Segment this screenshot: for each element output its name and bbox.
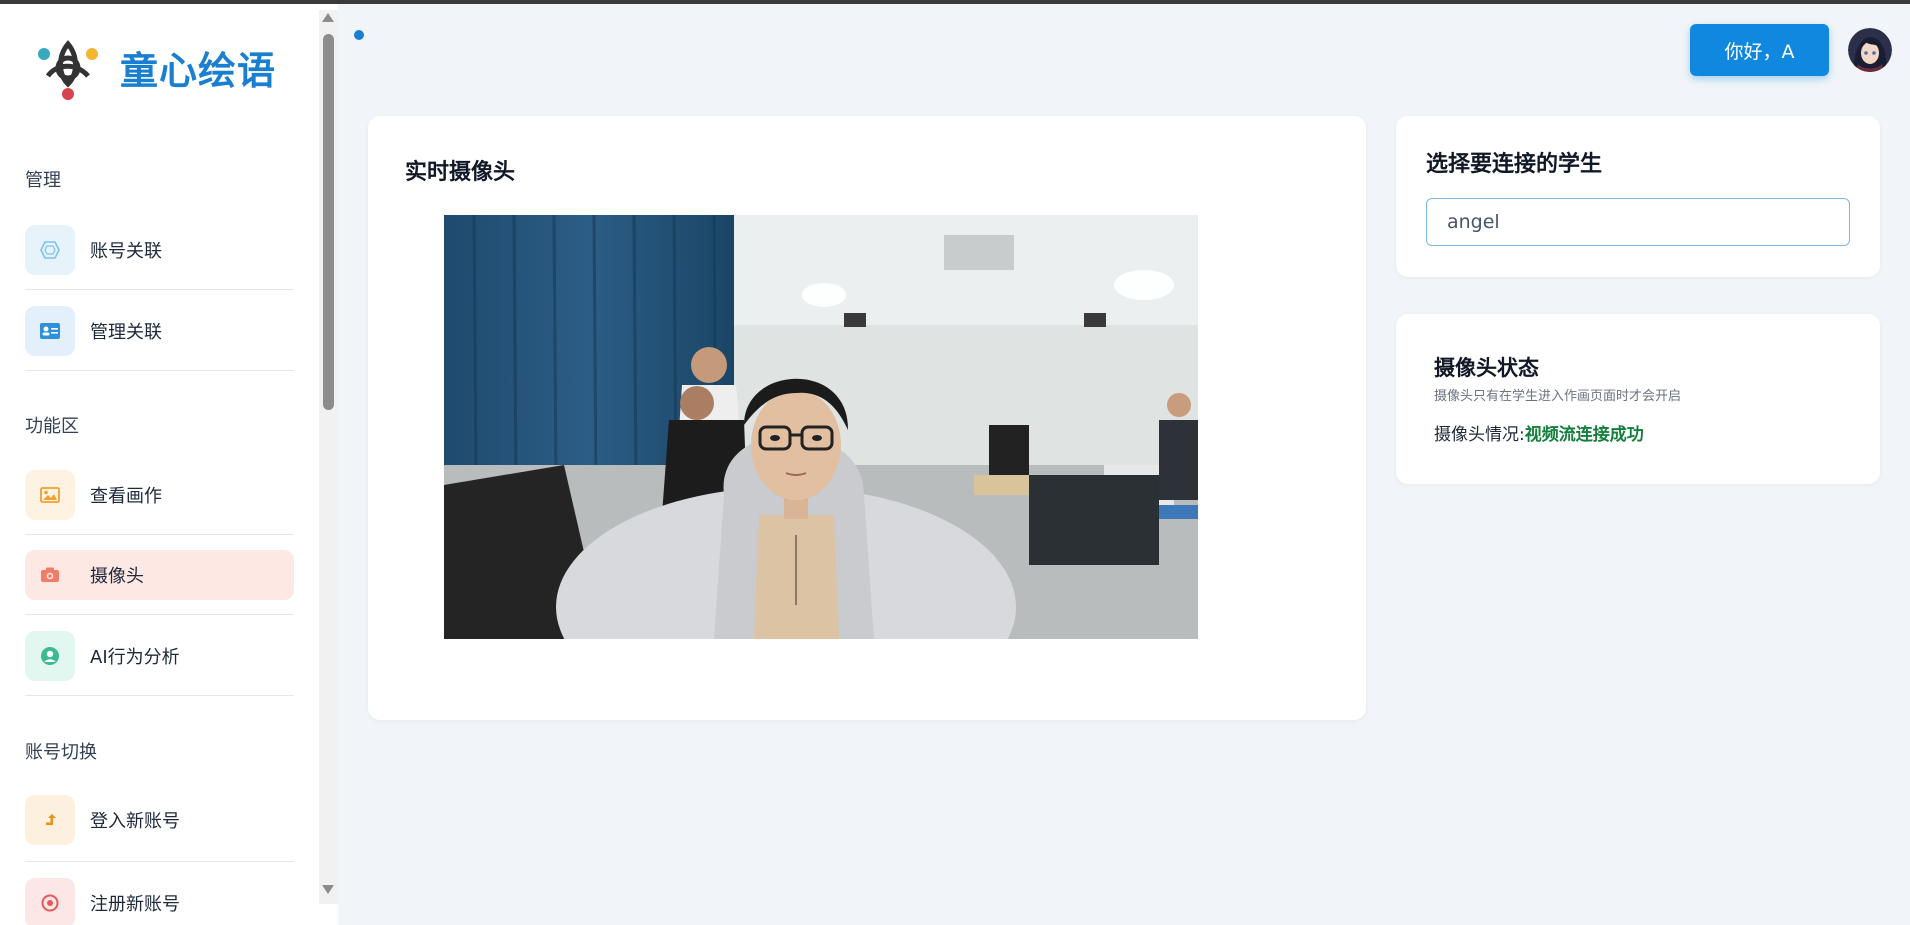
sidebar-item-label: 查看画作: [90, 486, 162, 507]
live-camera-feed: [444, 215, 1198, 639]
sidebar-scrollbar-thumb[interactable]: [323, 34, 334, 410]
divider: [25, 534, 294, 535]
circle-icon: [25, 878, 75, 925]
sidebar-item-ai-analysis[interactable]: AI行为分析: [25, 631, 294, 681]
user-circle-icon: [25, 631, 75, 681]
sidebar-item-camera[interactable]: 摄像头: [25, 550, 294, 600]
sidebar: 童心绘语 管理 账号关联 管理关联 功能区 查看画作 摄像头 AI行为分析 账号…: [0, 4, 338, 925]
scroll-up-arrow-icon[interactable]: [322, 13, 334, 22]
camera-card: 实时摄像头: [368, 116, 1366, 720]
scroll-down-arrow-icon[interactable]: [322, 885, 334, 894]
section-title-functions: 功能区: [25, 416, 79, 437]
sidebar-item-label: 登入新账号: [90, 811, 180, 832]
divider: [25, 289, 294, 290]
status-dot: [354, 30, 364, 40]
id-card-icon: [25, 306, 75, 356]
sidebar-item-artworks[interactable]: 查看画作: [25, 470, 294, 520]
image-icon: [25, 470, 75, 520]
divider: [25, 695, 294, 696]
camera-icon: [25, 550, 75, 600]
student-select-input[interactable]: [1426, 198, 1850, 246]
camera-card-title: 实时摄像头: [405, 160, 516, 185]
camera-status-hint: 摄像头只有在学生进入作画页面时才会开启: [1434, 389, 1682, 404]
student-select-title: 选择要连接的学生: [1426, 152, 1603, 177]
divider: [25, 614, 294, 615]
arrow-up-icon: [25, 795, 75, 845]
camera-status-card: 摄像头状态 摄像头只有在学生进入作画页面时才会开启 摄像头情况:视频流连接成功: [1396, 314, 1880, 484]
camera-status-label: 摄像头情况:: [1434, 425, 1525, 445]
sidebar-item-label: 摄像头: [90, 566, 144, 587]
sidebar-item-label: 注册新账号: [90, 894, 180, 915]
sidebar-item-label: 账号关联: [90, 241, 162, 262]
hexagon-icon: [25, 225, 75, 275]
brand-logo: [38, 40, 98, 100]
divider: [25, 861, 294, 862]
camera-status-value: 视频流连接成功: [1524, 425, 1644, 445]
sidebar-item-label: 管理关联: [90, 322, 162, 343]
camera-status-line: 摄像头情况:视频流连接成功: [1434, 420, 1644, 445]
sidebar-item-label: AI行为分析: [90, 647, 180, 668]
divider: [25, 370, 294, 371]
sidebar-item-admin-link[interactable]: 管理关联: [25, 306, 294, 356]
section-title-account-switch: 账号切换: [25, 742, 97, 763]
camera-status-title: 摄像头状态: [1434, 356, 1539, 380]
avatar[interactable]: [1848, 28, 1892, 72]
sidebar-item-account-link[interactable]: 账号关联: [25, 225, 294, 275]
sidebar-item-login-new[interactable]: 登入新账号: [25, 795, 294, 845]
brand-name: 童心绘语: [120, 49, 277, 93]
student-select-card: 选择要连接的学生: [1396, 116, 1880, 277]
sidebar-item-register-new[interactable]: 注册新账号: [25, 878, 294, 925]
section-title-manage: 管理: [25, 170, 61, 191]
user-greeting-button[interactable]: 你好，A: [1690, 24, 1829, 76]
